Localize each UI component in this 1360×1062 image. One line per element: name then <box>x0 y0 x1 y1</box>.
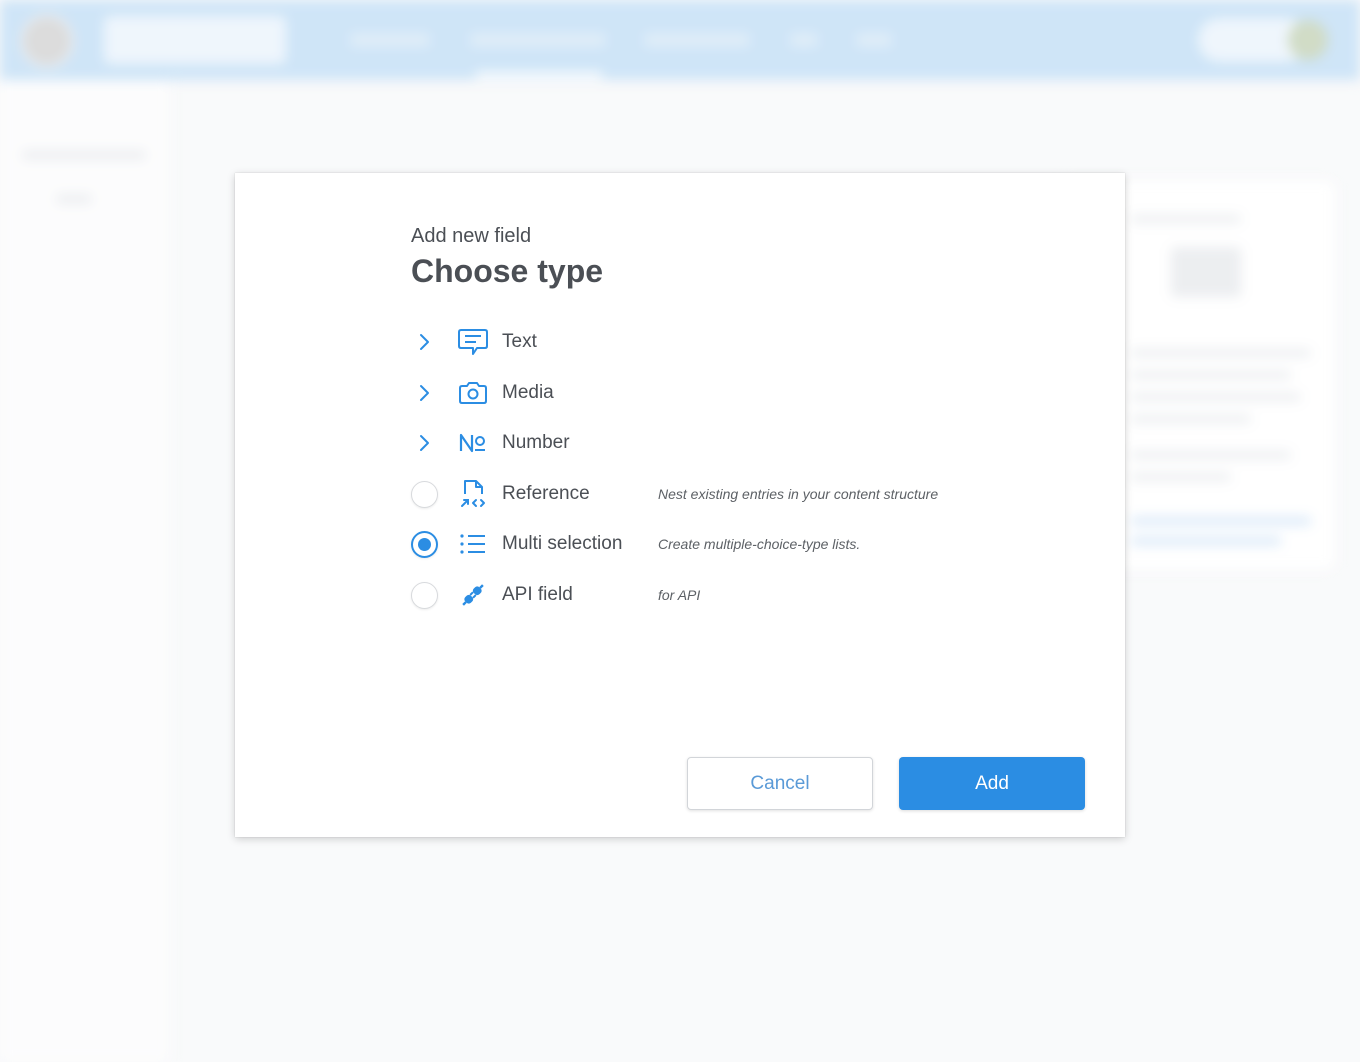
reference-file-icon <box>457 478 489 510</box>
list-icon <box>457 528 489 560</box>
field-type-api[interactable]: API field for API <box>409 575 1029 615</box>
radio-api-field[interactable] <box>409 580 439 610</box>
field-type-description: Nest existing entries in your content st… <box>658 486 939 502</box>
radio-button[interactable] <box>410 480 438 508</box>
field-type-description: for API <box>658 587 701 603</box>
dialog-title: Choose type <box>411 253 604 289</box>
camera-icon <box>457 377 489 409</box>
number-sign-icon <box>457 427 489 459</box>
field-type-label: Text <box>502 331 537 352</box>
dialog-subtitle: Add new field <box>411 225 532 247</box>
radio-button[interactable] <box>410 581 438 609</box>
field-type-multi-selection[interactable]: Multi selection Create multiple-choice-t… <box>409 524 1029 564</box>
cancel-button[interactable]: Cancel <box>687 757 873 810</box>
field-type-label: API field <box>502 584 573 605</box>
field-type-label: Reference <box>502 483 590 504</box>
field-type-text[interactable]: Text <box>409 322 1029 362</box>
add-field-dialog: Add new field Choose type Text Media Num… <box>235 173 1125 837</box>
plug-icon <box>457 579 489 611</box>
chevron-right-icon[interactable] <box>409 327 439 357</box>
field-type-label: Media <box>502 382 554 403</box>
radio-reference[interactable] <box>409 479 439 509</box>
field-type-media[interactable]: Media <box>409 373 1029 413</box>
field-type-reference[interactable]: Reference Nest existing entries in your … <box>409 474 1029 514</box>
field-type-label: Number <box>502 432 570 453</box>
chevron-right-icon[interactable] <box>409 378 439 408</box>
field-type-description: Create multiple-choice-type lists. <box>658 536 861 552</box>
radio-multi-selection[interactable] <box>409 529 439 559</box>
text-bubble-icon <box>457 326 489 358</box>
field-type-label: Multi selection <box>502 533 623 554</box>
radio-button-checked[interactable] <box>410 530 438 558</box>
field-type-number[interactable]: Number <box>409 423 1029 463</box>
chevron-right-icon[interactable] <box>409 428 439 458</box>
add-button[interactable]: Add <box>899 757 1085 810</box>
